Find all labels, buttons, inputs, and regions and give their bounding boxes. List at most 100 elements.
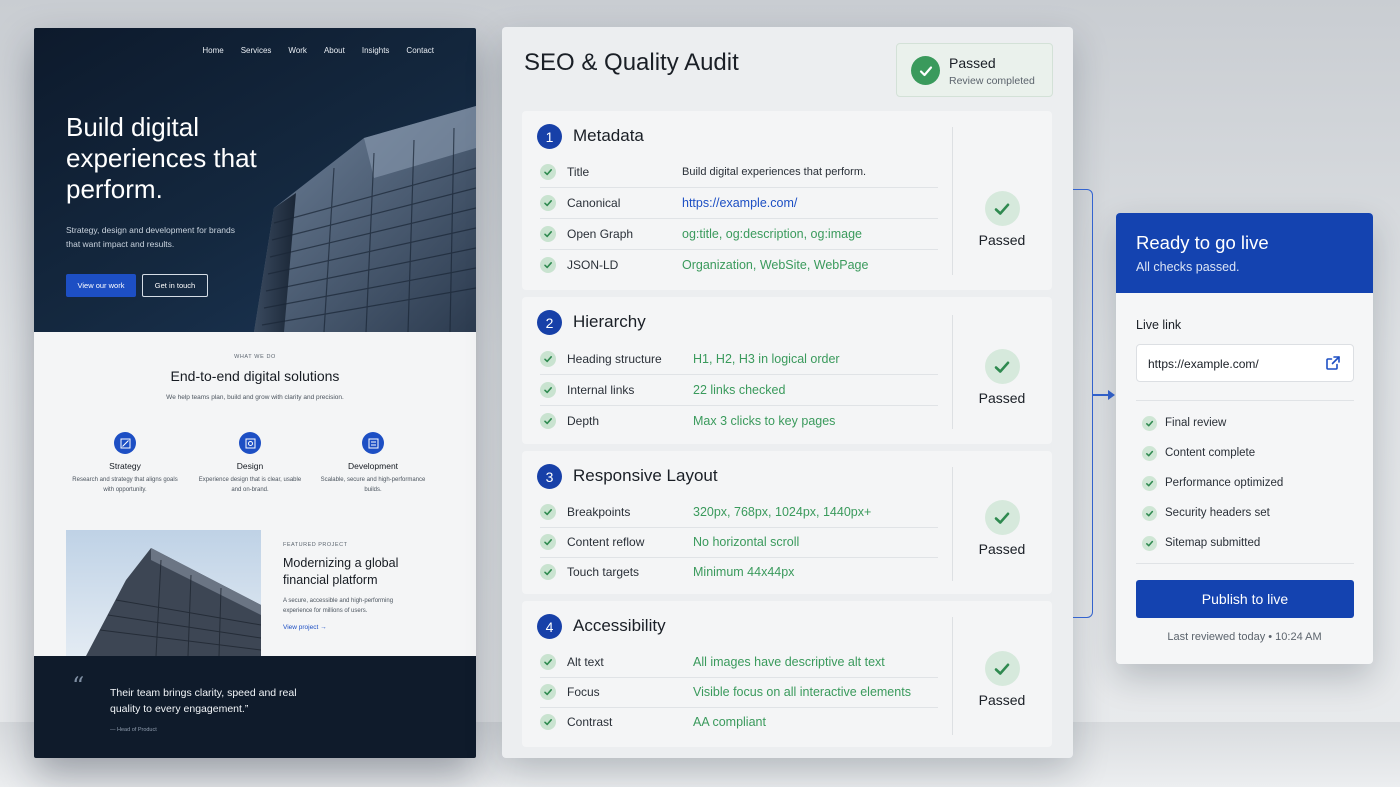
nav-home[interactable]: Home	[202, 46, 223, 55]
check-icon	[1142, 476, 1157, 491]
website-preview: Home Services Work About Insights Contac…	[34, 28, 476, 758]
section-hierarchy: 2 Hierarchy Heading structure H1, H2, H3…	[522, 297, 1052, 444]
section-divider	[952, 617, 953, 735]
last-reviewed-text: Last reviewed today • 10:24 AM	[1167, 631, 1322, 643]
view-work-button[interactable]: View our work	[66, 274, 136, 297]
section-title: Hierarchy	[573, 312, 646, 331]
status-label: Passed	[978, 541, 1026, 557]
audit-row: Touch targets Minimum 44x44px	[540, 557, 938, 588]
check-icon	[540, 164, 556, 180]
nav-contact[interactable]: Contact	[406, 46, 434, 55]
status-label: Passed	[978, 390, 1026, 406]
live-link-url: https://example.com/	[1148, 357, 1259, 371]
check-icon	[1142, 536, 1157, 551]
check-icon	[540, 714, 556, 730]
testimonial-section: “ Their team brings clarity, speed and r…	[34, 656, 476, 758]
check-icon	[540, 654, 556, 670]
service-name: Strategy	[109, 461, 141, 471]
row-label: Internal links	[567, 383, 635, 397]
section-status: Passed	[962, 191, 1042, 248]
row-value: Minimum 44x44px	[693, 565, 795, 579]
checklist-item: Sitemap submitted	[1136, 534, 1354, 564]
service-desc: Experience design that is clear, usable …	[198, 477, 302, 493]
view-project-link[interactable]: View project →	[283, 624, 327, 631]
check-icon	[984, 651, 1020, 686]
row-value: 22 links checked	[693, 383, 786, 397]
row-label: Alt text	[567, 655, 604, 669]
audit-row: Content reflow No horizontal scroll	[540, 527, 938, 558]
checklist-item: Content complete	[1136, 444, 1354, 474]
quote-author: — Head of Product	[110, 727, 157, 733]
section-divider	[952, 127, 953, 275]
check-icon	[540, 351, 556, 367]
services-section: WHAT WE DO End-to-end digital solutions …	[34, 332, 476, 656]
check-icon	[540, 504, 556, 520]
section-number: 1	[537, 124, 562, 149]
audit-row: Contrast AA compliant	[540, 707, 938, 738]
go-live-title: Ready to go live	[1136, 232, 1269, 253]
divider	[1136, 563, 1354, 564]
section-title: Accessibility	[573, 616, 666, 635]
checklist-label: Security headers set	[1165, 507, 1270, 519]
nav-about[interactable]: About	[324, 46, 345, 55]
nav-insights[interactable]: Insights	[362, 46, 390, 55]
section-title: Metadata	[573, 126, 644, 145]
passed-badge: Passed Review completed	[896, 43, 1053, 97]
checklist-item: Security headers set	[1136, 504, 1354, 534]
audit-row: Open Graph og:title, og:description, og:…	[540, 219, 938, 250]
check-icon	[540, 564, 556, 580]
external-link-icon[interactable]	[1325, 355, 1341, 376]
row-label: Contrast	[567, 715, 613, 729]
featured-project-image	[66, 530, 261, 656]
check-icon	[1142, 446, 1157, 461]
section-status: Passed	[962, 349, 1042, 406]
section-title: Responsive Layout	[573, 466, 718, 485]
connector-bracket	[1073, 189, 1093, 618]
check-icon	[540, 195, 556, 211]
strategy-icon	[114, 432, 136, 454]
service-name: Development	[347, 461, 399, 471]
checklist-label: Performance optimized	[1165, 477, 1284, 489]
quote-icon: “	[72, 672, 85, 700]
live-link-field[interactable]: https://example.com/	[1136, 344, 1354, 382]
audit-row: Breakpoints 320px, 768px, 1024px, 1440px…	[540, 497, 938, 528]
row-label: Canonical	[567, 196, 621, 210]
service-strategy: Strategy Research and strategy that alig…	[70, 432, 180, 495]
section-metadata: 1 Metadata Title Build digital experienc…	[522, 111, 1052, 290]
canonical-link[interactable]: https://example.com/	[682, 196, 797, 210]
go-live-checklist: Final review Content complete Performanc…	[1136, 414, 1354, 564]
publish-button[interactable]: Publish to live	[1136, 580, 1354, 618]
badge-title: Passed	[949, 55, 996, 71]
check-icon	[540, 382, 556, 398]
section-divider	[952, 467, 953, 581]
row-label: Heading structure	[567, 352, 662, 366]
check-icon	[984, 191, 1020, 226]
featured-desc: A secure, accessible and high-performing…	[283, 598, 394, 614]
go-live-card: Ready to go live All checks passed. Live…	[1116, 213, 1373, 664]
checklist-label: Content complete	[1165, 447, 1256, 459]
development-icon	[362, 432, 384, 454]
row-label: Open Graph	[567, 227, 634, 241]
section-divider	[952, 315, 953, 429]
audit-row: Internal links 22 links checked	[540, 375, 938, 406]
nav-work[interactable]: Work	[288, 46, 307, 55]
nav-services[interactable]: Services	[241, 46, 272, 55]
row-label: Touch targets	[567, 565, 640, 579]
section-status: Passed	[962, 500, 1042, 557]
check-icon	[540, 684, 556, 700]
row-label: Title	[567, 165, 590, 179]
audit-panel: SEO & Quality Audit Passed Review comple…	[502, 27, 1073, 758]
section-number: 2	[537, 310, 562, 335]
row-value: 320px, 768px, 1024px, 1440px+	[693, 505, 872, 519]
status-label: Passed	[978, 692, 1026, 708]
status-label: Passed	[978, 232, 1026, 248]
row-label: JSON-LD	[567, 258, 619, 272]
live-link-label: Live link	[1136, 318, 1182, 332]
row-value: H1, H2, H3 in logical order	[693, 352, 840, 366]
services-eyebrow: WHAT WE DO	[234, 354, 276, 360]
badge-subtitle: Review completed	[949, 75, 1035, 87]
row-value: Visible focus on all interactive element…	[693, 685, 911, 699]
service-desc: Scalable, secure and high-performance bu…	[320, 477, 426, 493]
audit-row: Focus Visible focus on all interactive e…	[540, 677, 938, 708]
get-in-touch-button[interactable]: Get in touch	[142, 274, 208, 297]
